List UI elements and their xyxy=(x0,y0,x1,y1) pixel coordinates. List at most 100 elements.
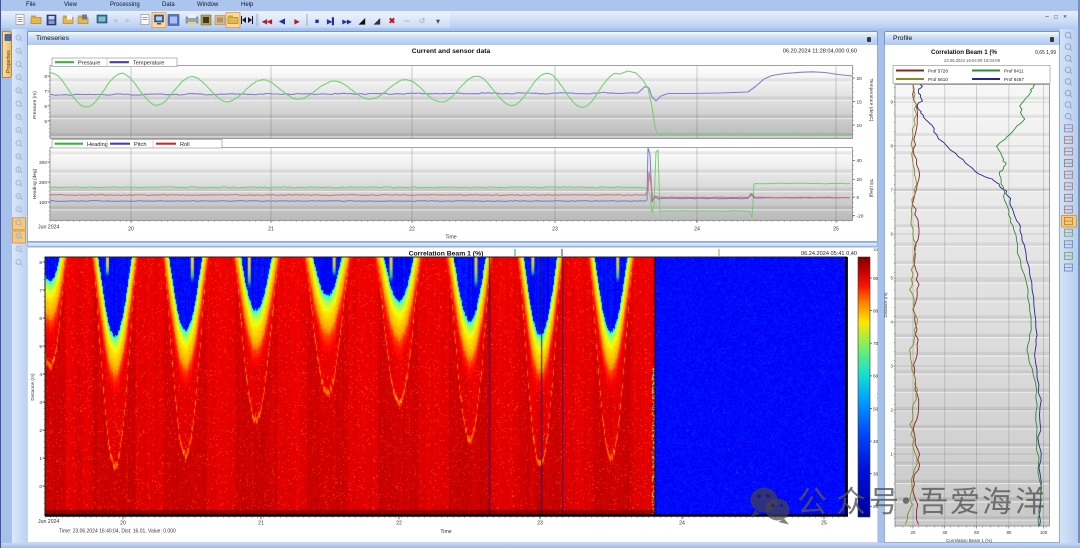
svg-text:40: 40 xyxy=(857,158,863,164)
svg-text:06.20.2024 11:28:04,000 0,60: 06.20.2024 11:28:04,000 0,60 xyxy=(783,49,857,55)
svg-text:10: 10 xyxy=(857,123,863,129)
svg-text:80: 80 xyxy=(1006,530,1011,535)
svg-text:Heading (deg): Heading (deg) xyxy=(32,168,38,199)
svg-text:↺: ↺ xyxy=(419,16,426,25)
svg-text:2: 2 xyxy=(891,408,894,413)
svg-text:22: 22 xyxy=(409,227,415,233)
svg-text:◢: ◢ xyxy=(358,16,366,25)
svg-text:Time: Time xyxy=(440,529,451,535)
svg-text:7: 7 xyxy=(44,89,47,95)
svg-text:▸: ▸ xyxy=(126,15,131,25)
svg-text:20: 20 xyxy=(120,521,126,527)
svg-text:8: 8 xyxy=(39,260,42,266)
svg-text:Time: Time xyxy=(445,235,456,241)
svg-text:–: – xyxy=(1045,14,1049,20)
svg-text:Jun 2024: Jun 2024 xyxy=(38,225,59,231)
svg-text:0,65 1,99: 0,65 1,99 xyxy=(1035,50,1056,56)
svg-text:Distance (m): Distance (m) xyxy=(884,292,888,317)
svg-text:4: 4 xyxy=(891,320,894,325)
svg-text:6: 6 xyxy=(44,104,47,110)
svg-text:20: 20 xyxy=(857,76,863,82)
svg-text:8: 8 xyxy=(891,144,894,149)
svg-text:60: 60 xyxy=(974,530,979,535)
svg-text:23.06.2024 16:04:09 16:04:09: 23.06.2024 16:04:09 16:04:09 xyxy=(944,58,1001,63)
svg-text:6: 6 xyxy=(891,232,894,237)
svg-text:Prof 5728: Prof 5728 xyxy=(928,69,948,74)
svg-text:Temperature: Temperature xyxy=(133,61,164,67)
svg-text:Tilt (deg): Tilt (deg) xyxy=(868,179,874,198)
svg-text:■: ■ xyxy=(315,18,319,25)
svg-text:▶▶: ▶▶ xyxy=(341,18,352,25)
svg-text:70: 70 xyxy=(873,341,878,347)
svg-text:-20: -20 xyxy=(857,213,864,219)
svg-text:0: 0 xyxy=(39,484,42,490)
svg-text:5: 5 xyxy=(891,276,894,281)
svg-text:100: 100 xyxy=(39,200,47,206)
svg-text:▶: ▶ xyxy=(294,18,301,25)
svg-text:Current and sensor data: Current and sensor data xyxy=(412,48,491,55)
svg-text:200: 200 xyxy=(39,180,47,186)
svg-text:40: 40 xyxy=(942,530,947,535)
svg-text:Roll: Roll xyxy=(180,142,190,148)
svg-text:15: 15 xyxy=(857,99,863,105)
svg-text:21: 21 xyxy=(258,521,264,527)
svg-text:21: 21 xyxy=(268,227,274,233)
svg-text:Correlation Beam 1 (%: Correlation Beam 1 (% xyxy=(931,49,998,56)
svg-text:4: 4 xyxy=(39,372,42,378)
svg-text:7: 7 xyxy=(891,188,894,193)
svg-text:100: 100 xyxy=(1040,530,1048,535)
svg-text:Correlation Beam 1 (%): Correlation Beam 1 (%) xyxy=(946,538,992,543)
svg-text:8: 8 xyxy=(44,74,47,80)
svg-text:5: 5 xyxy=(39,344,42,350)
svg-text:40: 40 xyxy=(873,439,878,445)
svg-text:23: 23 xyxy=(537,521,543,527)
svg-text:Pressure (m): Pressure (m) xyxy=(32,91,38,119)
svg-text:□: □ xyxy=(1054,15,1058,21)
svg-text:20: 20 xyxy=(911,530,916,535)
svg-text:Time: 23.06.2024 16:40:04, D: Time: 23.06.2024 16:40:04, Dist: 16.01, … xyxy=(59,529,176,535)
svg-text:7: 7 xyxy=(39,288,42,294)
svg-text:80: 80 xyxy=(873,308,878,314)
svg-text:Jun 2024: Jun 2024 xyxy=(38,519,59,525)
svg-text:Temperature (degC): Temperature (degC) xyxy=(868,79,874,122)
svg-text:Distance (m): Distance (m) xyxy=(30,373,36,401)
svg-text:20: 20 xyxy=(128,227,134,233)
svg-text:Prof 8467: Prof 8467 xyxy=(1004,77,1024,82)
svg-text:5: 5 xyxy=(44,119,47,125)
svg-text:1: 1 xyxy=(39,456,42,462)
svg-text:90: 90 xyxy=(873,276,878,282)
svg-text:3: 3 xyxy=(891,364,894,369)
svg-text:Properties: Properties xyxy=(6,50,12,73)
svg-text:20: 20 xyxy=(857,177,863,183)
svg-text:9: 9 xyxy=(891,100,894,105)
svg-text:30: 30 xyxy=(873,472,878,478)
svg-text:◀◀: ◀◀ xyxy=(261,18,273,25)
svg-text:2: 2 xyxy=(39,428,42,434)
svg-text:Correlation Beam 1 (%): Correlation Beam 1 (%) xyxy=(409,251,484,258)
svg-text:6: 6 xyxy=(39,316,42,322)
svg-text:0: 0 xyxy=(857,195,860,201)
svg-text:23: 23 xyxy=(552,227,558,233)
svg-text:×: × xyxy=(1063,14,1067,21)
svg-text:◂: ◂ xyxy=(113,15,118,25)
svg-text:▶▍: ▶▍ xyxy=(326,16,337,25)
svg-text:3: 3 xyxy=(39,400,42,406)
svg-text:300: 300 xyxy=(39,160,47,166)
svg-text:1: 1 xyxy=(891,452,894,457)
svg-text:◢: ◢ xyxy=(373,16,381,25)
svg-text:Pitch: Pitch xyxy=(134,142,146,148)
svg-text:✖: ✖ xyxy=(389,16,396,25)
svg-text:Pressure: Pressure xyxy=(78,61,100,67)
svg-text:Prof 5610: Prof 5610 xyxy=(928,77,948,82)
svg-text:24: 24 xyxy=(694,227,700,233)
svg-text:06.24.2024 05:41 0,40: 06.24.2024 05:41 0,40 xyxy=(801,251,857,257)
svg-text:100: 100 xyxy=(873,247,878,252)
svg-text:Prof 8411: Prof 8411 xyxy=(1004,69,1024,74)
svg-text:▾: ▾ xyxy=(435,18,440,25)
svg-text:22: 22 xyxy=(396,521,402,527)
svg-text:24: 24 xyxy=(679,521,685,527)
svg-text:∼: ∼ xyxy=(404,16,411,25)
svg-text:25: 25 xyxy=(833,227,839,233)
svg-text:Distance (m): Distance (m) xyxy=(877,374,878,400)
svg-text:50: 50 xyxy=(873,406,878,412)
